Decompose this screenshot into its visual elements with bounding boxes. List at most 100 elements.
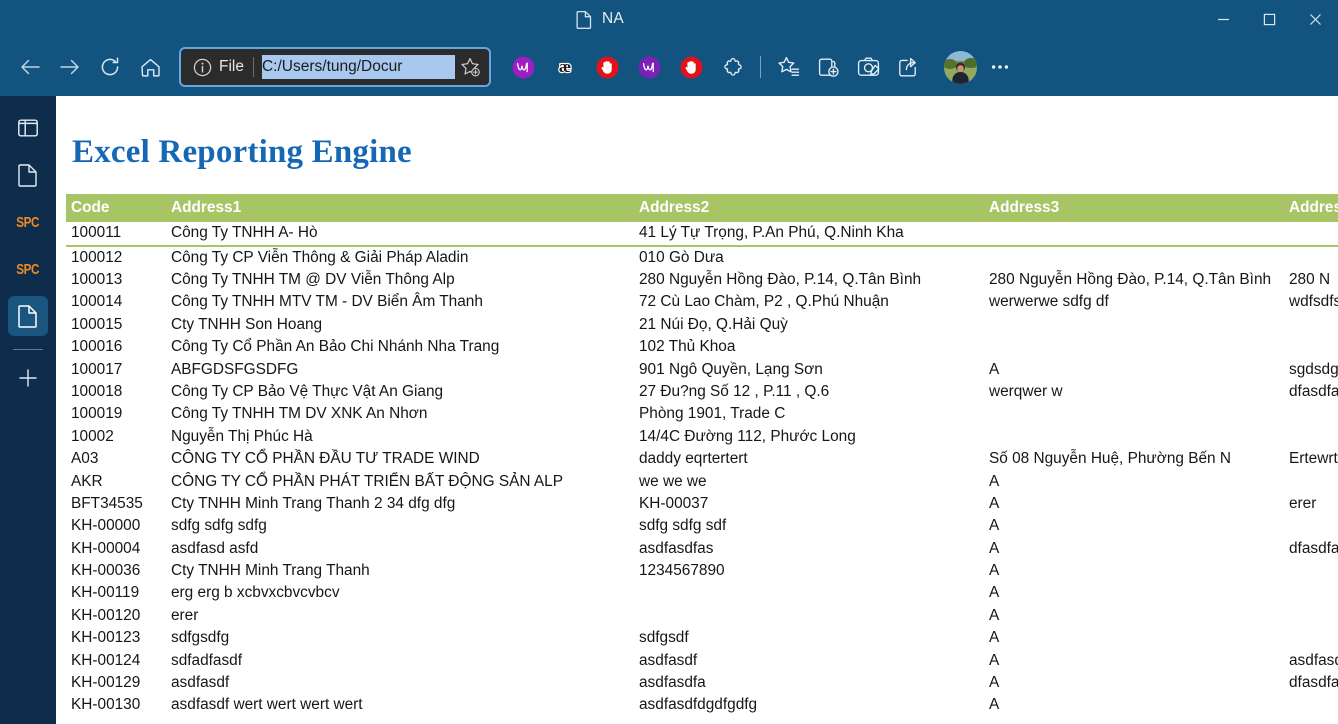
cell-code: KH-00123	[71, 629, 141, 647]
share-icon[interactable]	[888, 47, 928, 87]
cell-address4: 280 N	[1289, 271, 1331, 288]
minimize-button[interactable]	[1200, 0, 1246, 38]
document-icon	[576, 10, 593, 29]
table-row[interactable]: KH-00130 asdfasdf wert wert wert wert asdf…	[66, 694, 1338, 716]
table-row[interactable]: A03 CÔNG TY CỔ PHẦN ĐẦU TƯ TRADE WIND dadd…	[66, 448, 1338, 470]
favorites-icon[interactable]	[768, 47, 808, 87]
table-row[interactable]: KH-00000 sdfg sdfg sdfg sdfg sdfg sdf A	[66, 515, 1338, 537]
table-row[interactable]: 100014 Công Ty TNHH MTV TM - DV Biển Âm T…	[66, 291, 1338, 313]
table-row[interactable]: 100017 ABFGDSFGSDFG 901 Ngô Quyền, Lạng Sơ…	[66, 359, 1338, 381]
column-header-code[interactable]: Code	[66, 194, 166, 222]
profile-avatar[interactable]	[940, 47, 980, 87]
url-input[interactable]: C:/Users/tung/Docur	[261, 55, 455, 79]
cell-address2: 14/4C Đường 112, Phước Long	[639, 427, 856, 445]
forward-button[interactable]	[50, 47, 90, 87]
table-row[interactable]: AKR CÔNG TY CỔ PHẦN PHÁT TRIỂN BẤT ĐỘNG S…	[66, 471, 1338, 493]
table-row[interactable]: 100015 Cty TNHH Son Hoang 21 Núi Đọ, Q.Hải…	[66, 314, 1338, 336]
cell-address3	[984, 403, 1284, 425]
column-header-address1[interactable]: Address1	[166, 194, 634, 222]
cell-address2: asdfasdfas	[639, 539, 714, 557]
column-header-address3[interactable]: Address3	[984, 194, 1284, 222]
wallet-extension-2-icon[interactable]	[629, 47, 669, 87]
sidebar-item-spc-2[interactable]: SPC	[8, 249, 48, 289]
cell-address1: ABFGDSFGSDFG	[171, 360, 299, 378]
table-row[interactable]: KH-00004 asdfasd asfd asdfasdfas Adfasdfas	[66, 538, 1338, 560]
ae-extension-icon[interactable]: æ	[545, 47, 585, 87]
cell-address4	[1284, 222, 1338, 247]
cell-address3: A	[989, 472, 1000, 490]
star-add-icon[interactable]	[455, 52, 485, 82]
cell-code: KH-00129	[71, 674, 141, 692]
table-row[interactable]: KH-00120 erer A	[66, 605, 1338, 627]
blocker-extension-icon[interactable]	[587, 47, 627, 87]
cell-code: 100012	[71, 249, 123, 266]
cell-address1: Cty TNHH Son Hoang	[171, 315, 323, 333]
cell-address3	[984, 426, 1284, 448]
cell-address2	[634, 605, 984, 627]
table-row[interactable]: KH-00124 sdfadfasdf asdfasdf Aasdfasd	[66, 650, 1338, 672]
cell-address1: CÔNG TY CỔ PHẦN ĐẦU TƯ TRADE WIND	[171, 450, 480, 468]
cell-address3	[984, 222, 1284, 247]
table-row[interactable]: 100016 Công Ty Cổ Phần An Bảo Chi Nhánh N…	[66, 336, 1338, 358]
table-row[interactable]: 100018 Công Ty CP Bảo Vệ Thực Vật An Gian…	[66, 381, 1338, 403]
wallet-extension-icon[interactable]	[503, 47, 543, 87]
info-circle-icon[interactable]	[189, 54, 215, 80]
cell-code: 100016	[71, 338, 123, 356]
cell-address1: sdfadfasdf	[171, 651, 243, 669]
cell-address2: 280 Nguyễn Hồng Đào, P.14, Q.Tân Bình	[639, 271, 922, 288]
cell-address4	[1284, 582, 1338, 604]
cell-code: KH-00119	[71, 584, 140, 602]
cell-address1: Công Ty CP Viễn Thông & Giải Pháp Aladin	[171, 249, 469, 266]
cell-address3: A	[989, 629, 1000, 647]
table-row[interactable]: KH-00123 sdfgsdfg sdfgsdf A	[66, 627, 1338, 649]
web-capture-icon[interactable]	[848, 47, 888, 87]
table-row[interactable]: KH-00129 asdfasdf asdfasdfa Adfasdfas	[66, 672, 1338, 694]
report-table: Code Address1 Address2 Address3 Addres 1…	[66, 194, 1338, 717]
column-header-address4[interactable]: Addres	[1284, 194, 1338, 222]
close-button[interactable]	[1292, 0, 1338, 38]
refresh-button[interactable]	[90, 47, 130, 87]
sidebar-item-tab-actions[interactable]	[8, 108, 48, 148]
sidebar-item-spc-1[interactable]: SPC	[8, 202, 48, 242]
column-header-address2[interactable]: Address2	[634, 194, 984, 222]
cell-address1: Công Ty TNHH TM DV XNK An Nhơn	[171, 405, 428, 423]
collections-icon[interactable]	[808, 47, 848, 87]
table-row[interactable]: 10002 Nguyễn Thị Phúc Hà 14/4C Đường 112, …	[66, 426, 1338, 448]
address-bar[interactable]: File C:/Users/tung/Docur	[179, 47, 491, 87]
more-settings-icon[interactable]	[980, 47, 1020, 87]
cell-address3	[984, 336, 1284, 358]
cell-address2: 27 Đu?ng Số 12 , P.11 , Q.6	[639, 382, 830, 400]
cell-address4: Ertewrte	[1289, 450, 1338, 468]
cell-address4	[1284, 560, 1338, 582]
cell-address1: sdfg sdfg sdfg	[171, 517, 267, 535]
home-button[interactable]	[130, 47, 170, 87]
table-row[interactable]: 100011 Công Ty TNHH A- Hò 41 Lý Tự Trọng, …	[66, 222, 1338, 247]
back-button[interactable]	[10, 47, 50, 87]
table-header: Code Address1 Address2 Address3 Addres	[66, 194, 1338, 222]
table-row[interactable]: 100019 Công Ty TNHH TM DV XNK An Nhơn Phòn…	[66, 403, 1338, 425]
cell-address1: sdfgsdfg	[171, 629, 230, 647]
extensions-puzzle-icon[interactable]	[713, 47, 753, 87]
table-row[interactable]: BFT34535 Cty TNHH Minh Trang Thanh 2 34 d…	[66, 493, 1338, 515]
table-body: 100011 Công Ty TNHH A- Hò 41 Lý Tự Trọng, …	[66, 222, 1338, 717]
sidebar-add-tab-button[interactable]	[8, 358, 48, 398]
cell-address2: we we we	[639, 472, 707, 490]
maximize-button[interactable]	[1246, 0, 1292, 38]
title-bar: NA	[0, 0, 1338, 38]
cell-address1: erg erg b xcbvxcbvcvbcv	[171, 584, 340, 602]
toolbar-divider	[760, 56, 761, 78]
cell-address2: 010 Gò Dưa	[639, 249, 724, 266]
browser-tab-na[interactable]: NA	[562, 7, 638, 32]
table-row[interactable]: 100013 Công Ty TNHH TM @ DV Viễn Thông Al…	[66, 269, 1338, 291]
sidebar-item-page-1[interactable]	[8, 155, 48, 195]
cell-address2: sdfgsdf	[639, 629, 689, 647]
cell-address3: 280 Nguyễn Hồng Đào, P.14, Q.Tân Bình	[989, 271, 1272, 288]
table-row[interactable]: 100012 Công Ty CP Viễn Thông & Giải Pháp …	[66, 246, 1338, 269]
table-row[interactable]: KH-00119 erg erg b xcbvxcbvcvbcv A	[66, 582, 1338, 604]
cell-address4: sgdsdgs	[1289, 360, 1338, 378]
table-row[interactable]: KH-00036 Cty TNHH Minh Trang Thanh 1234567…	[66, 560, 1338, 582]
blocker-extension-2-icon[interactable]	[671, 47, 711, 87]
cell-code: KH-00124	[71, 651, 141, 669]
sidebar-item-page-active[interactable]	[8, 296, 48, 336]
cell-code: 100018	[71, 382, 123, 400]
